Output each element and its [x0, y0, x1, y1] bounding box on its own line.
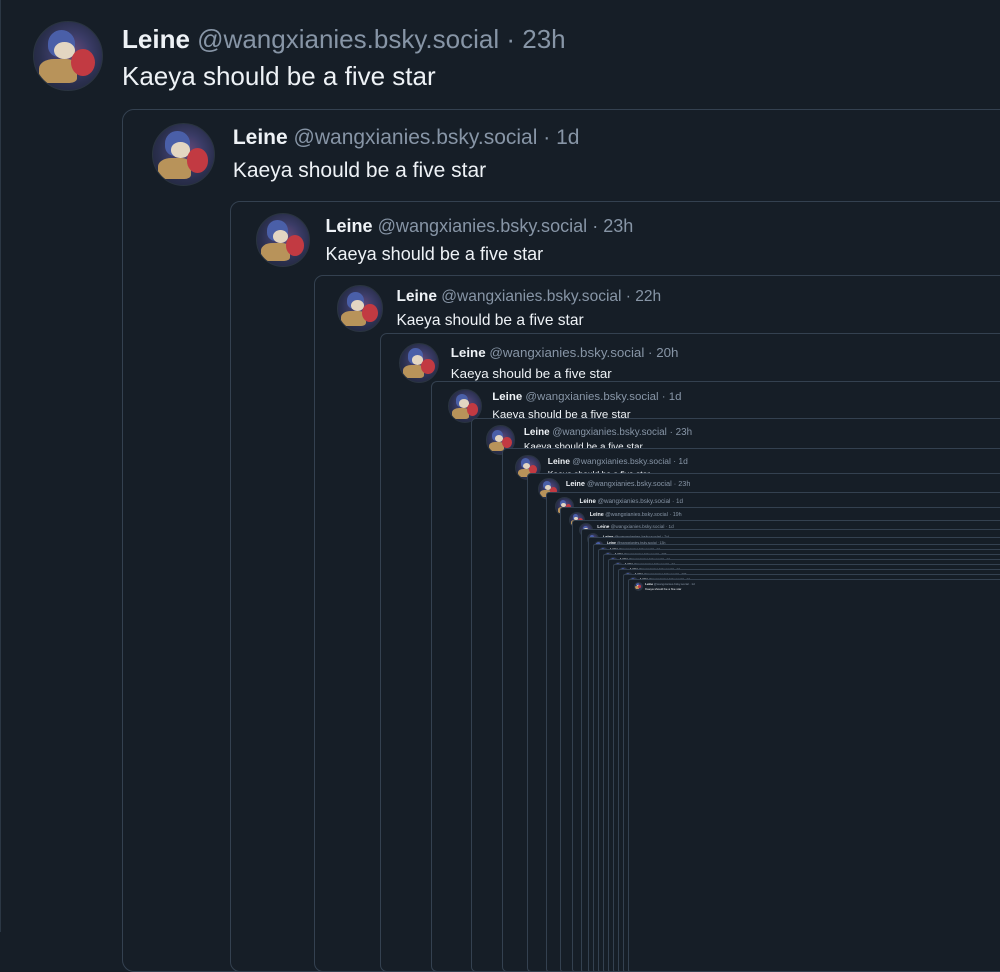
separator-dot: · — [669, 426, 673, 438]
separator-dot: · — [661, 390, 666, 403]
separator-dot: · — [648, 344, 653, 360]
author-handle[interactable]: @wangxianies.bsky.social — [572, 456, 671, 466]
quoted-post-header: Leine @wangxianies.bsky.social · 19h — [590, 512, 682, 518]
quoted-post-header: Leine @wangxianies.bsky.social · 23h — [524, 427, 692, 438]
post-header: Leine @wangxianies.bsky.social · 23h — [122, 24, 566, 55]
avatar[interactable] — [399, 342, 440, 383]
post-timestamp[interactable]: 1d — [678, 456, 687, 466]
avatar[interactable] — [633, 581, 643, 591]
author-handle[interactable]: @wangxianies.bsky.social — [441, 288, 621, 305]
author-handle[interactable]: @wangxianies.bsky.social — [294, 126, 538, 149]
quoted-post-header: Leine @wangxianies.bsky.social · 1d — [580, 498, 683, 505]
quoted-post-text: Kaeya should be a five star — [450, 365, 612, 381]
post-timestamp[interactable]: 1d — [669, 524, 674, 529]
separator-dot: · — [665, 524, 668, 530]
author-name[interactable]: Leine — [451, 345, 486, 360]
post-timestamp[interactable]: 1d — [691, 582, 694, 586]
author-name[interactable]: Leine — [233, 126, 288, 149]
quoted-post-header: Leine @wangxianies.bsky.social · 20h — [451, 345, 679, 360]
author-handle[interactable]: @wangxianies.bsky.social — [587, 479, 672, 488]
post-timestamp[interactable]: 1d — [556, 126, 579, 149]
quoted-post-header: Leine @wangxianies.bsky.social · 23h — [325, 216, 633, 237]
post-timestamp[interactable]: 23h — [676, 427, 692, 438]
post-thread: Leine @wangxianies.bsky.social · 23h Kae… — [0, 0, 1000, 972]
post-timestamp[interactable]: 1d — [676, 498, 683, 505]
author-handle[interactable]: @wangxianies.bsky.social — [611, 524, 665, 529]
quoted-post-header: Leine @wangxianies.bsky.social · 1d — [233, 126, 580, 150]
avatar[interactable] — [336, 285, 384, 332]
post-timestamp[interactable]: 23h — [522, 24, 565, 54]
author-name[interactable]: Leine — [492, 391, 522, 403]
author-handle[interactable]: @wangxianies.bsky.social — [654, 582, 689, 586]
post-timestamp[interactable]: 1d — [669, 391, 682, 403]
separator-dot: · — [673, 479, 677, 489]
quoted-post-header: Leine @wangxianies.bsky.social · 1d — [548, 456, 688, 466]
post-timestamp[interactable]: 23h — [678, 479, 690, 488]
quoted-post-header: Leine @wangxianies.bsky.social · 1d — [597, 524, 673, 529]
author-name[interactable]: Leine — [645, 582, 653, 586]
quoted-post-header: Leine @wangxianies.bsky.social · 1d — [492, 391, 681, 403]
author-name[interactable]: Leine — [548, 456, 570, 466]
post-timestamp[interactable]: 23h — [603, 216, 633, 236]
quoted-post-header: Leine @wangxianies.bsky.social · 1d — [645, 582, 695, 586]
author-handle[interactable]: @wangxianies.bsky.social — [552, 427, 667, 438]
separator-dot: · — [673, 456, 677, 467]
post-timestamp[interactable]: 22h — [635, 288, 661, 305]
quoted-post-text: Kaeya should be a five star — [396, 312, 584, 330]
separator-dot: · — [669, 512, 672, 519]
author-handle[interactable]: @wangxianies.bsky.social — [598, 498, 671, 505]
post-timestamp[interactable]: 20h — [656, 345, 678, 360]
separator-dot: · — [543, 126, 551, 150]
author-name[interactable]: Leine — [122, 24, 190, 54]
author-handle[interactable]: @wangxianies.bsky.social — [605, 512, 668, 518]
author-name[interactable]: Leine — [590, 512, 604, 518]
quoted-post-card[interactable]: Leine @wangxianies.bsky.social · 1dKaeya… — [628, 578, 1000, 972]
author-handle[interactable]: @wangxianies.bsky.social — [525, 391, 658, 403]
author-name[interactable]: Leine — [580, 498, 596, 505]
author-handle[interactable]: @wangxianies.bsky.social — [489, 345, 644, 360]
author-name[interactable]: Leine — [325, 216, 372, 236]
author-handle[interactable]: @wangxianies.bsky.social — [197, 24, 499, 54]
author-name[interactable]: Leine — [524, 427, 550, 438]
separator-dot: · — [625, 287, 631, 305]
separator-dot: · — [592, 216, 599, 237]
quoted-post-text: Kaeya should be a five star — [325, 244, 544, 265]
post-text: Kaeya should be a five star — [122, 61, 436, 91]
separator-dot: · — [506, 24, 515, 54]
separator-dot: · — [672, 497, 675, 505]
avatar[interactable] — [33, 21, 103, 91]
avatar[interactable] — [151, 123, 215, 187]
avatar[interactable] — [255, 213, 311, 268]
post-timestamp[interactable]: 19h — [673, 512, 682, 518]
author-name[interactable]: Leine — [566, 479, 585, 488]
author-handle[interactable]: @wangxianies.bsky.social — [378, 216, 588, 236]
author-name[interactable]: Leine — [597, 524, 609, 529]
quoted-post-text: Kaeya should be a five star — [645, 586, 682, 591]
quoted-post-text: Kaeya should be a five star — [232, 159, 487, 183]
quoted-post-header: Leine @wangxianies.bsky.social · 23h — [566, 479, 691, 488]
author-name[interactable]: Leine — [396, 288, 437, 305]
quoted-post-header: Leine @wangxianies.bsky.social · 22h — [396, 288, 661, 306]
